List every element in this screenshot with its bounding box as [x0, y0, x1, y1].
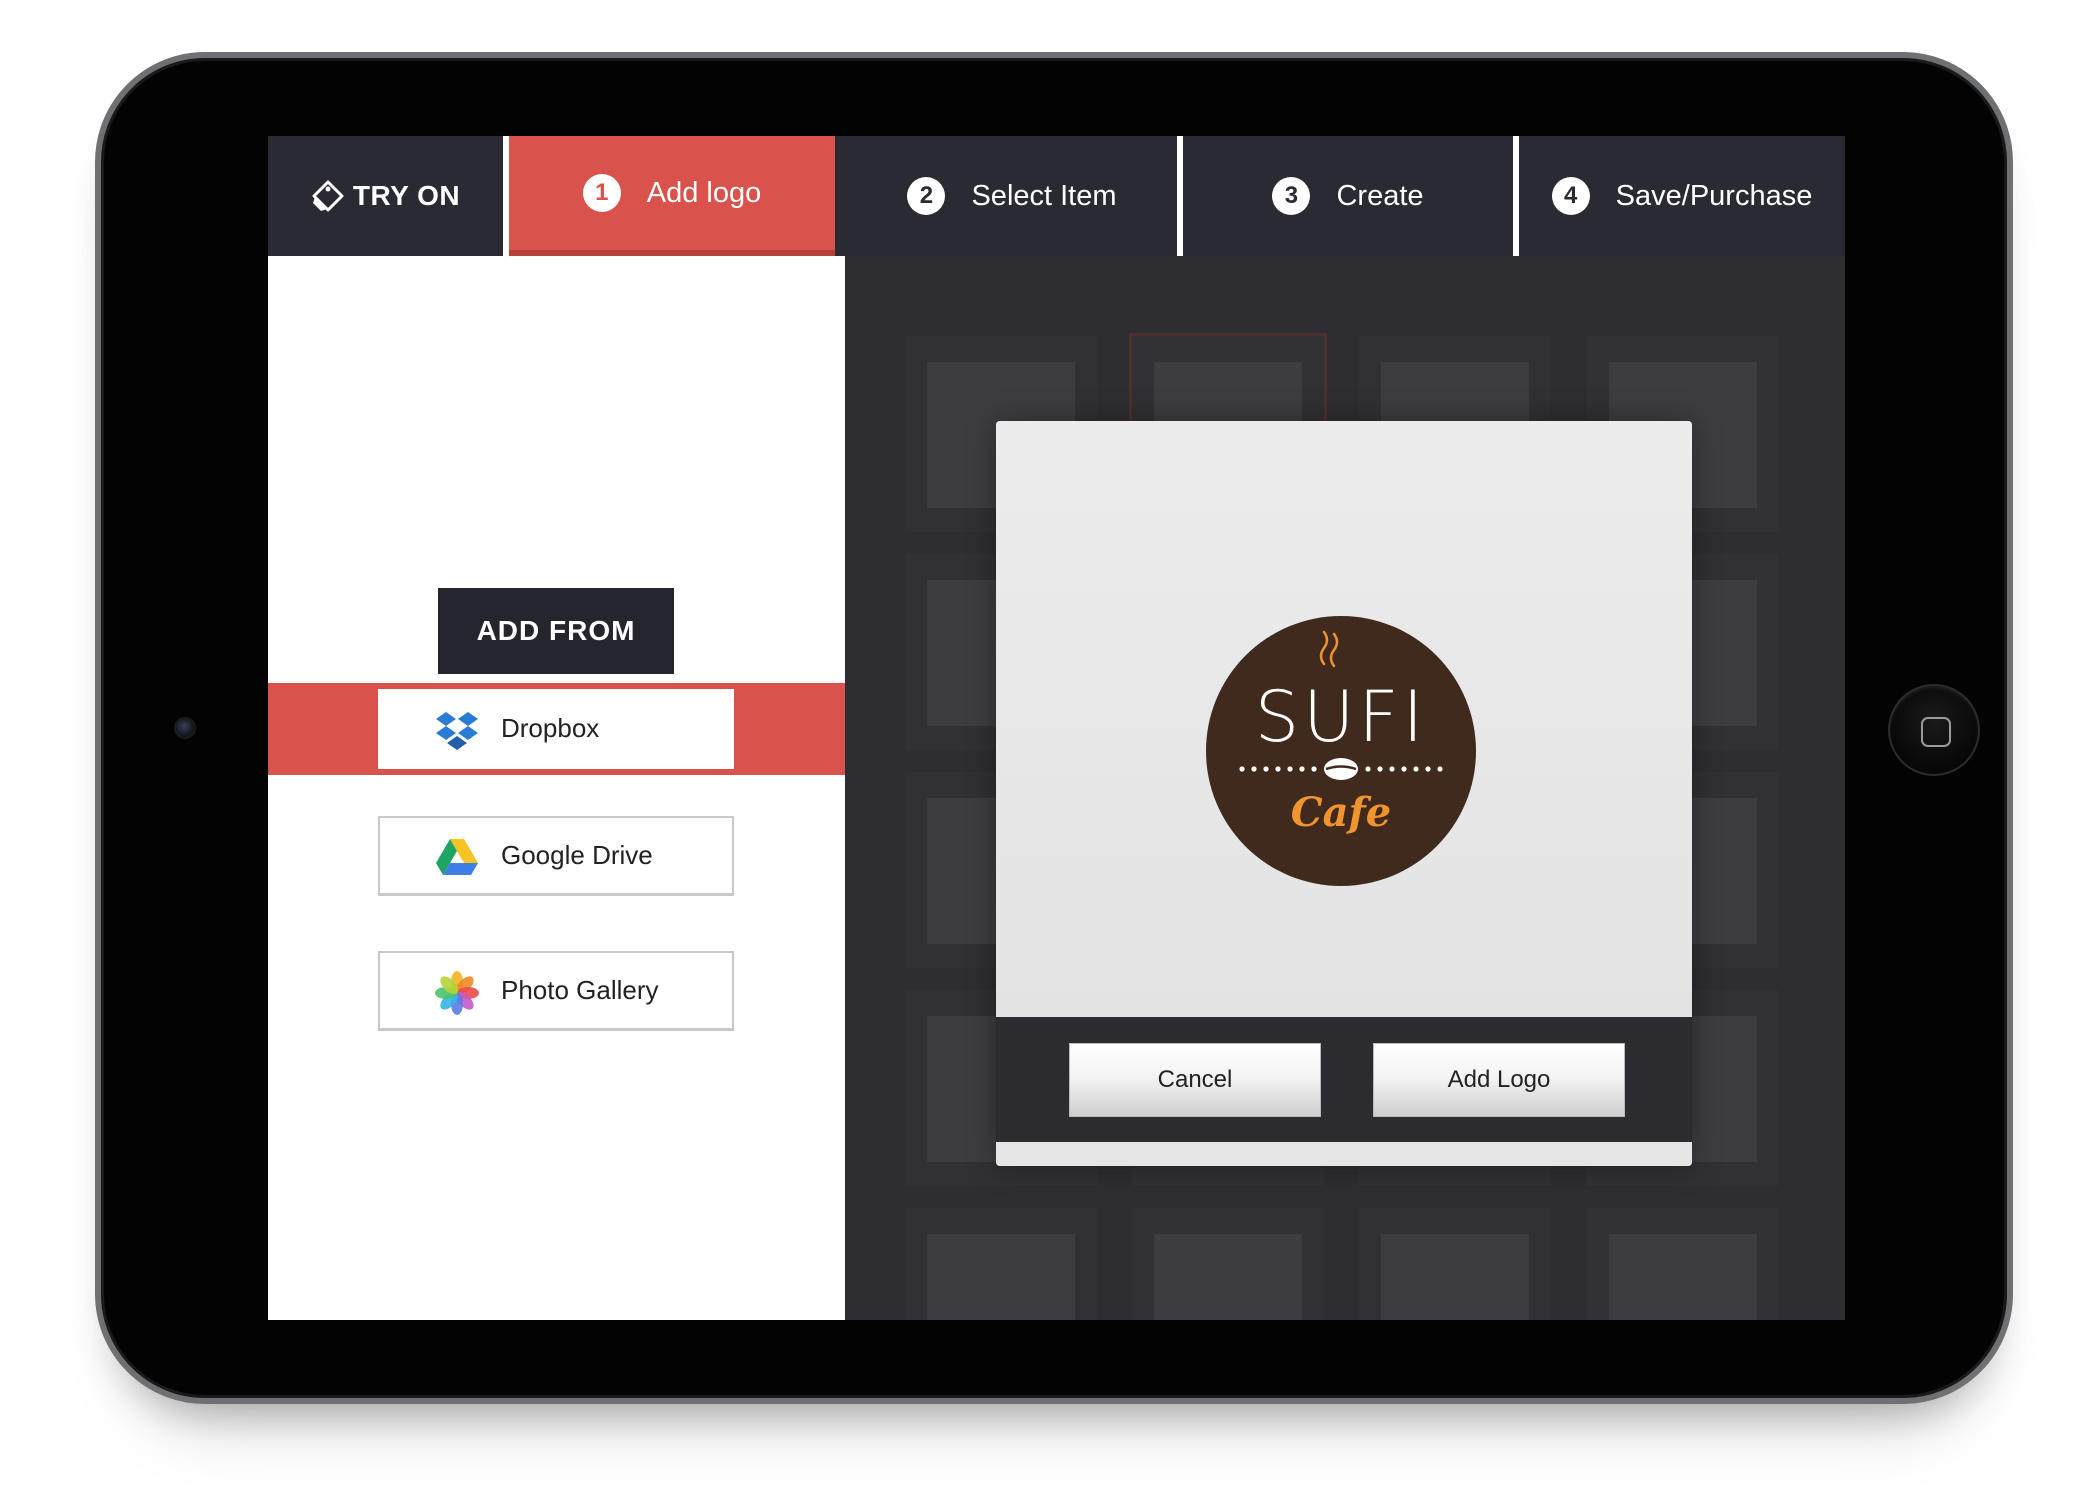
photo-gallery-icon [435, 971, 479, 1015]
top-navigation-bar: TRY ON 1 Add logo 2 Select Item 3 Create… [268, 136, 1845, 256]
step-create[interactable]: 3 Create [1183, 136, 1513, 256]
dropbox-icon [436, 712, 478, 750]
step-number: 1 [582, 174, 621, 212]
front-camera [174, 717, 196, 739]
home-button[interactable] [1888, 684, 1980, 776]
step-number: 4 [1551, 177, 1590, 215]
logo-subword: Cafe [1291, 789, 1391, 836]
step-save-purchase[interactable]: 4 Save/Purchase [1519, 136, 1845, 256]
google-drive-button[interactable]: Google Drive [378, 816, 734, 896]
logo-preview-area: SUFI Cafe [996, 421, 1692, 1017]
source-label: Google Drive [501, 840, 653, 870]
photo-gallery-button[interactable]: Photo Gallery [378, 951, 734, 1031]
logo-word: SUFI [1255, 676, 1428, 758]
logo-preview-dialog: SUFI Cafe Cancel Add Logo [996, 421, 1692, 1166]
step-number: 2 [907, 177, 946, 215]
step-add-logo[interactable]: 1 Add logo [509, 136, 835, 256]
step-select-item[interactable]: 2 Select Item [841, 136, 1183, 256]
dialog-footer [996, 1142, 1692, 1166]
add-logo-button[interactable]: Add Logo [1373, 1043, 1625, 1117]
step-label: Create [1336, 179, 1424, 212]
step-number: 3 [1272, 177, 1311, 215]
step-label: Add logo [646, 176, 762, 209]
app-screen: TRY ON 1 Add logo 2 Select Item 3 Create… [268, 136, 1845, 1320]
cancel-button[interactable]: Cancel [1069, 1043, 1321, 1117]
brand-logo[interactable]: TRY ON [268, 136, 503, 256]
home-square-icon [1921, 717, 1951, 747]
tag-icon [312, 180, 344, 212]
step-label: Save/Purchase [1615, 179, 1813, 212]
dropbox-button[interactable]: Dropbox [378, 689, 734, 769]
source-label: Photo Gallery [501, 975, 659, 1005]
add-logo-panel: ADD FROM Dropbox Google Drive Photo Gall… [268, 256, 845, 1320]
source-label: Dropbox [501, 713, 600, 743]
sufi-cafe-logo: SUFI Cafe [1206, 616, 1476, 886]
google-drive-icon [436, 839, 478, 875]
brand-name: TRY ON [352, 180, 461, 211]
step-label: Select Item [971, 179, 1117, 212]
add-from-heading: ADD FROM [438, 588, 674, 674]
dialog-actions: Cancel Add Logo [996, 1017, 1692, 1142]
